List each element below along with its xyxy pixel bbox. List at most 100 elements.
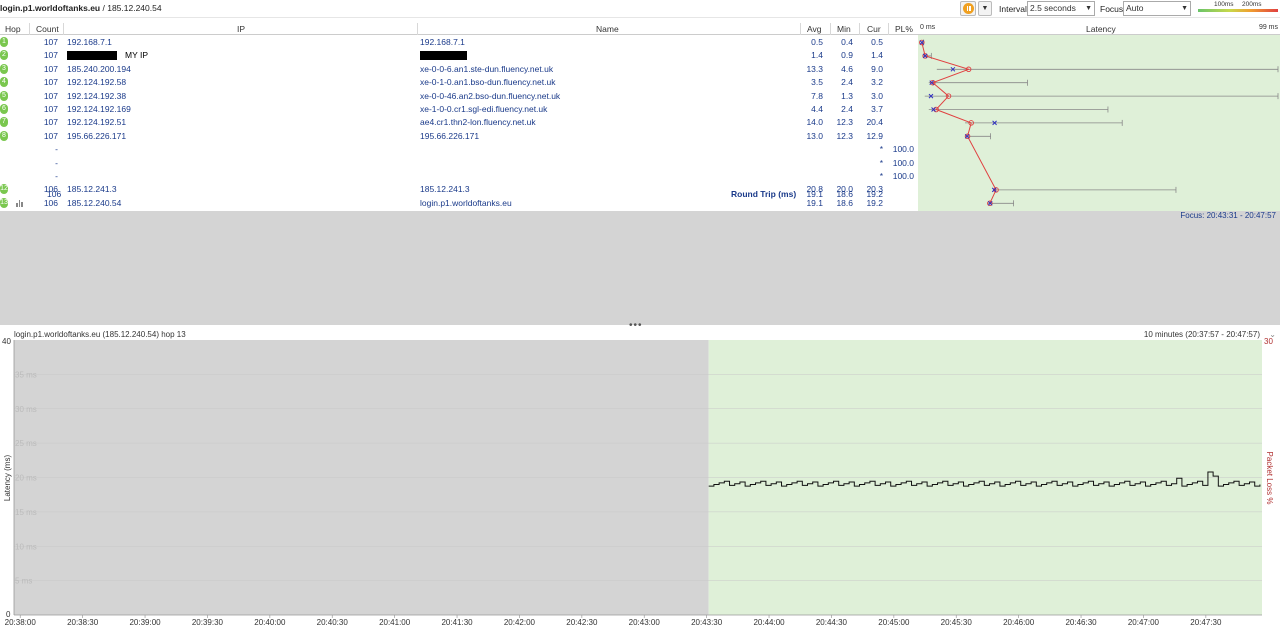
col-count-header[interactable]: Count [36, 24, 59, 34]
hop-ip: 192.124.192.58 [67, 77, 127, 88]
hop-packet-loss: 100.0 [892, 144, 914, 155]
hop-count: - [55, 144, 58, 155]
latency-column-header: 0 ms Latency 99 ms [918, 23, 1280, 35]
hop-number-badge: 6 [0, 104, 8, 114]
summary-avg: 19.1 [806, 189, 823, 199]
chevron-down-icon: ▼ [981, 5, 989, 12]
hop-hostname: ae4.cr1.thn2-lon.fluency.net.uk [420, 117, 536, 128]
target-host: login.p1.worldoftanks.eu [0, 3, 101, 13]
hop-hostname: xe-0-0-6.an1.ste-dun.fluency.net.uk [420, 63, 554, 74]
col-pl-header[interactable]: PL% [895, 24, 913, 34]
hop-min: 12.3 [836, 117, 853, 128]
round-trip-summary: 106 Round Trip (ms) 19.1 18.6 19.2 [0, 189, 918, 201]
col-ip-header[interactable]: IP [237, 24, 245, 34]
hop-packet-loss: 100.0 [892, 157, 914, 168]
hop-cur: 3.7 [871, 104, 883, 114]
hop-number-badge: 3 [0, 63, 8, 74]
gridline-label: 30 ms [15, 405, 37, 414]
table-row[interactable]: - * 100.0 [0, 143, 918, 156]
table-row[interactable]: 2 107 MY IP 1.4 0.9 1.4 [0, 49, 918, 62]
pause-button[interactable] [960, 1, 976, 16]
focus-label: Focus [1100, 4, 1124, 14]
pause-dropdown-button[interactable]: ▼ [978, 1, 992, 16]
x-tick-label: 20:45:00 [878, 618, 910, 627]
legend-200ms: 200ms [1242, 1, 1262, 8]
redacted-ip [67, 51, 117, 61]
col-avg-header[interactable]: Avg [807, 24, 822, 34]
gridline-label: 35 ms [15, 370, 37, 379]
hop-ip: 192.168.7.1 [67, 37, 112, 47]
hop-min: 0.9 [841, 50, 853, 61]
hop-cur: * [879, 171, 883, 181]
hop-count: - [55, 157, 58, 168]
x-tick-label: 20:38:00 [5, 618, 37, 627]
x-tick-label: 20:43:00 [629, 618, 661, 627]
hop-number-badge: 1 [0, 37, 8, 47]
hop-count: - [55, 171, 58, 181]
interval-select[interactable]: 2.5 seconds ▼ [1027, 1, 1095, 16]
x-tick-label: 20:46:00 [1003, 618, 1035, 627]
hop-avg: 13.0 [806, 130, 823, 141]
summary-label: Round Trip (ms) [731, 189, 797, 199]
hop-min: 1.3 [841, 90, 853, 101]
latency-max-label: 99 ms [1258, 24, 1278, 31]
table-row[interactable]: 1 107 192.168.7.1 192.168.7.1 0.5 0.4 0.5 [0, 36, 918, 49]
hop-hostname: xe-1-0-0.cr1.sgl-edi.fluency.net.uk [420, 104, 548, 114]
hop-min: 12.3 [836, 130, 853, 141]
summary-cur: 19.2 [866, 189, 883, 199]
latency-scale-legend: 100ms 200ms [1196, 1, 1280, 15]
hop-avg: 7.8 [811, 90, 823, 101]
hop-ip: 192.124.192.169 [67, 104, 131, 114]
chevron-down-icon: ▼ [1181, 5, 1188, 12]
hop-number-badge: 8 [0, 130, 8, 141]
table-row[interactable]: 7 107 192.124.192.51 ae4.cr1.thn2-lon.fluen… [0, 116, 918, 129]
col-hop-header[interactable]: Hop [5, 24, 21, 34]
col-min-header[interactable]: Min [837, 24, 851, 34]
hop-cur: 3.2 [871, 77, 883, 88]
hop-avg: 3.5 [811, 77, 823, 88]
focus-range-text: Focus: 20:43:31 - 20:47:57 [1180, 211, 1276, 220]
hop-ip: 195.66.226.171 [67, 130, 127, 141]
gridline-label: 5 ms [15, 577, 32, 586]
hop-ip: 192.124.192.38 [67, 90, 127, 101]
col-latency-header[interactable]: Latency [1086, 24, 1116, 34]
hop-avg: 14.0 [806, 117, 823, 128]
hop-count: 107 [43, 37, 58, 47]
table-row[interactable]: 4 107 192.124.192.58 xe-0-1-0.an1.bso-dun.f… [0, 76, 918, 89]
table-row[interactable]: 6 107 192.124.192.169 xe-1-0-0.cr1.sgl-edi.… [0, 103, 918, 116]
hop-min: 0.4 [841, 37, 853, 47]
hop-count: 107 [43, 77, 58, 88]
hop-number-badge: 4 [0, 77, 8, 88]
target-title: login.p1.worldoftanks.eu / 185.12.240.54 [0, 3, 162, 13]
hop-count: 107 [43, 63, 58, 74]
table-row[interactable]: 3 107 185.240.200.194 xe-0-0-6.an1.ste-dun.… [0, 63, 918, 76]
legend-100ms: 100ms [1214, 1, 1234, 8]
x-tick-label: 20:47:30 [1190, 618, 1222, 627]
hop-number-badge: 5 [0, 90, 8, 101]
table-row[interactable]: 8 107 195.66.226.171 195.66.226.171 13.0 12.3… [0, 130, 918, 143]
x-tick-label: 20:39:30 [192, 618, 224, 627]
gridline-label: 10 ms [15, 542, 37, 551]
focus-select[interactable]: Auto ▼ [1123, 1, 1191, 16]
hop-avg: 0.5 [811, 37, 823, 47]
table-row[interactable]: - * 100.0 [0, 170, 918, 183]
col-divider [859, 23, 860, 35]
col-divider [29, 23, 30, 35]
hop-packet-loss: 100.0 [892, 171, 914, 181]
y-right-max-label: 30 [1264, 338, 1273, 346]
splitter-handle-icon[interactable]: ••• [629, 320, 643, 331]
hop-hostname: xe-0-1-0.an1.bso-dun.fluency.net.uk [420, 77, 556, 88]
hop-cur: 1.4 [871, 50, 883, 61]
col-divider [830, 23, 831, 35]
chevron-down-icon: ▼ [1085, 5, 1092, 12]
focus-value: Auto [1126, 3, 1144, 13]
table-row[interactable]: 5 107 192.124.192.38 xe-0-0-46.an2.bso-dun.… [0, 90, 918, 103]
col-divider [888, 23, 889, 35]
col-cur-header[interactable]: Cur [867, 24, 881, 34]
hop-cur: 3.0 [871, 90, 883, 101]
col-name-header[interactable]: Name [596, 24, 619, 34]
table-row[interactable]: - * 100.0 [0, 157, 918, 170]
hop-avg: 1.4 [811, 50, 823, 61]
hop-ip: 185.240.200.194 [67, 63, 131, 74]
gridline-label: 20 ms [15, 474, 37, 483]
